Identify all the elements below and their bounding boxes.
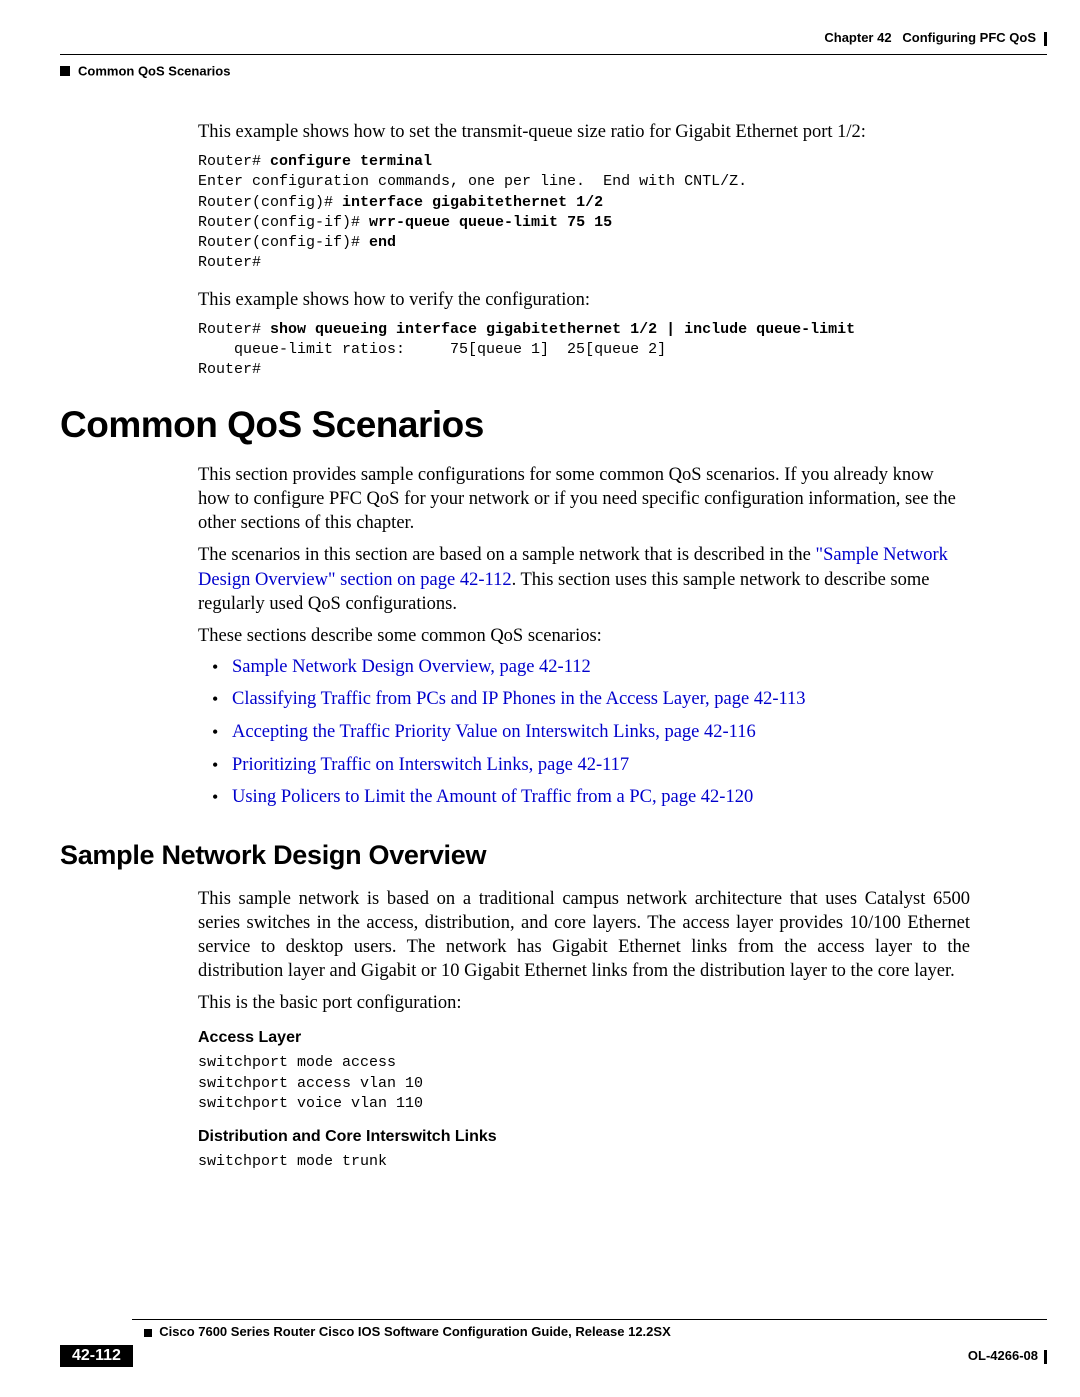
code-distribution-core: switchport mode trunk [198,1152,970,1172]
chapter-header: Chapter 42 Configuring PFC QoS [824,30,1047,46]
section-paragraph-2: The scenarios in this section are based … [198,543,970,615]
footer-bullet-icon [144,1329,152,1337]
list-item: Accepting the Traffic Priority Value on … [198,721,970,745]
pubnum-separator [1044,1350,1047,1364]
link-accepting-priority[interactable]: Accepting the Traffic Priority Value on … [232,722,756,742]
overview-paragraph-1: This sample network is based on a tradit… [198,887,970,983]
section-paragraph-1: This section provides sample configurati… [198,463,970,535]
subhead-distribution-core: Distribution and Core Interswitch Links [198,1128,970,1146]
heading-common-qos-scenarios: Common QoS Scenarios [60,404,970,446]
breadcrumb-text: Common QoS Scenarios [78,63,230,78]
footer-guide-title: Cisco 7600 Series Router Cisco IOS Softw… [140,1324,1047,1339]
code-access-layer: switchport mode access switchport access… [198,1053,970,1114]
intro-paragraph-1: This example shows how to set the transm… [198,120,970,144]
breadcrumb: Common QoS Scenarios [60,54,1047,80]
publication-number: OL-4266-08 [968,1348,1047,1364]
list-item: Prioritizing Traffic on Interswitch Link… [198,754,970,778]
header-separator [1044,32,1047,46]
heading-sample-network-design: Sample Network Design Overview [60,840,970,871]
section-paragraph-3: These sections describe some common QoS … [198,624,970,648]
intro-paragraph-2: This example shows how to verify the con… [198,288,970,312]
page-content: This example shows how to set the transm… [198,120,970,1186]
breadcrumb-bullet-icon [60,66,70,76]
link-using-policers[interactable]: Using Policers to Limit the Amount of Tr… [232,787,753,807]
list-item: Sample Network Design Overview, page 42-… [198,656,970,680]
link-sample-overview[interactable]: Sample Network Design Overview, page 42-… [232,657,591,677]
link-prioritizing-traffic[interactable]: Prioritizing Traffic on Interswitch Link… [232,755,629,775]
code-block-1: Router# configure terminal Enter configu… [198,152,970,274]
page-footer: Cisco 7600 Series Router Cisco IOS Softw… [60,1319,1047,1367]
footer-rule [132,1319,1047,1320]
chapter-number: Chapter 42 [824,30,891,45]
scenario-list: Sample Network Design Overview, page 42-… [198,656,970,810]
page-number-badge: 42-112 [60,1345,133,1367]
code-block-2: Router# show queueing interface gigabite… [198,320,970,381]
list-item: Classifying Traffic from PCs and IP Phon… [198,688,970,712]
subhead-access-layer: Access Layer [198,1029,970,1047]
overview-paragraph-2: This is the basic port configuration: [198,991,970,1015]
list-item: Using Policers to Limit the Amount of Tr… [198,786,970,810]
link-classifying-traffic[interactable]: Classifying Traffic from PCs and IP Phon… [232,689,806,709]
chapter-title: Configuring PFC QoS [902,30,1036,45]
